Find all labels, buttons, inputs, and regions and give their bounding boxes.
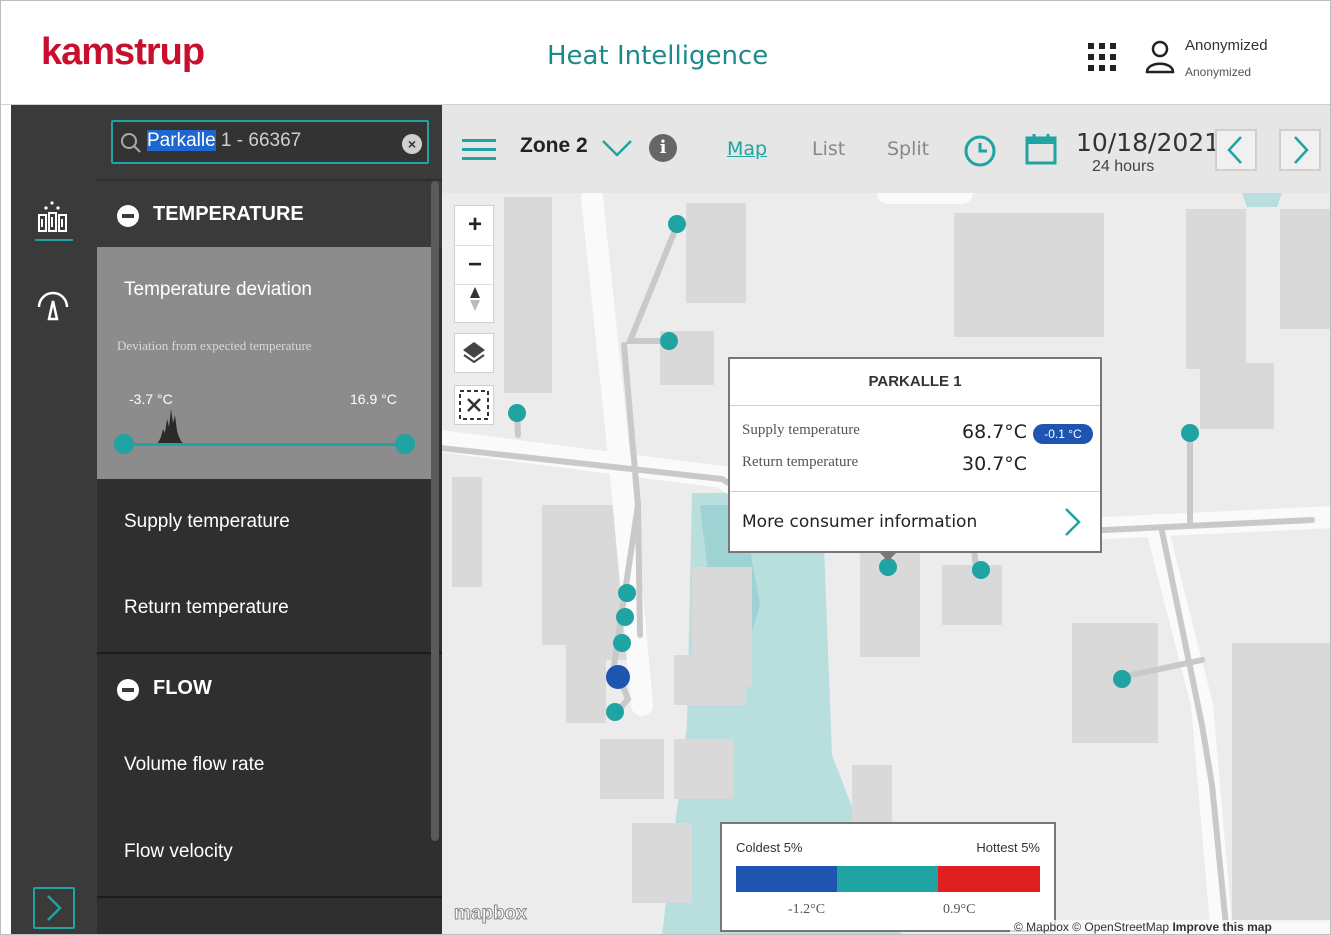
attribution-text[interactable]: © Mapbox © OpenStreetMap	[1014, 920, 1172, 934]
zoom-in-button[interactable]: +	[455, 206, 495, 244]
range-min-label: -3.7 °C	[129, 391, 173, 407]
clock-icon[interactable]	[963, 134, 997, 168]
layers-icon	[463, 342, 485, 364]
app-window: kamstrup Heat Intelligence Anonymized An…	[0, 0, 1331, 935]
legend-color-bar	[736, 866, 1040, 892]
popup-divider	[730, 491, 1100, 492]
selection-tool-button[interactable]	[454, 385, 494, 425]
top-header: kamstrup Heat Intelligence Anonymized An…	[1, 1, 1330, 105]
section-flow-header[interactable]: FLOW	[97, 655, 442, 721]
zoom-control-group: + −	[454, 205, 495, 323]
compass-button[interactable]	[455, 284, 495, 322]
section-flow-label: FLOW	[153, 677, 212, 699]
legend-mid-segment	[837, 866, 938, 892]
map-view[interactable]: Zone 2 i Map List Split 10/18/2021 24 ho…	[442, 105, 1330, 934]
tab-map[interactable]: Map	[727, 138, 767, 160]
return-temperature-label: Return temperature	[742, 454, 859, 470]
expand-rail-button[interactable]	[33, 887, 75, 929]
filter-panel: Parkalle 1 - 66367 × TEMPERATURE Tempera…	[97, 105, 442, 934]
search-icon	[121, 133, 141, 153]
filter-item-title: Temperature deviation	[124, 279, 312, 300]
user-icon[interactable]	[1144, 39, 1176, 75]
legend-hottest-label: Hottest 5%	[976, 840, 1040, 855]
next-date-button[interactable]	[1279, 129, 1321, 171]
color-legend: Coldest 5% Hottest 5% -1.2°C 0.9°C	[720, 822, 1056, 932]
chevron-right-icon	[1294, 136, 1309, 164]
rail-active-indicator	[35, 239, 73, 241]
info-icon[interactable]: i	[649, 134, 677, 162]
supply-temperature-label: Supply temperature	[742, 422, 860, 438]
selected-consumer-marker[interactable]	[606, 665, 630, 689]
search-box[interactable]: Parkalle 1 - 66367 ×	[111, 120, 429, 164]
zone-selector-label[interactable]: Zone 2	[520, 134, 588, 158]
time-range: 24 hours	[1092, 158, 1155, 175]
range-slider-min-handle[interactable]	[114, 434, 134, 454]
range-slider-track[interactable]	[124, 443, 406, 446]
range-max-label: 16.9 °C	[350, 391, 397, 407]
app-grid-icon[interactable]	[1088, 43, 1116, 71]
filter-item-label: Volume flow rate	[124, 754, 265, 775]
consumer-popup: PARKALLE 1 Supply temperature 68.7°C -0.…	[728, 357, 1102, 553]
filter-item-label: Supply temperature	[124, 511, 290, 532]
menu-icon[interactable]	[462, 139, 496, 161]
popup-pointer	[878, 551, 898, 561]
improve-map-link[interactable]: Improve this map	[1172, 920, 1271, 934]
return-temperature-value: 30.7°C	[962, 453, 1028, 475]
user-org: Anonymized	[1185, 65, 1252, 79]
clear-search-icon[interactable]: ×	[402, 134, 422, 154]
search-rest-text: 1 - 66367	[215, 130, 302, 151]
panel-scrollbar[interactable]	[431, 181, 439, 841]
box-select-icon	[459, 390, 489, 420]
collapse-icon	[117, 679, 139, 701]
zoom-out-button[interactable]: −	[455, 245, 495, 283]
search-input[interactable]: Parkalle 1 - 66367	[147, 130, 387, 156]
left-rail	[11, 105, 97, 934]
section-temperature-header[interactable]: TEMPERATURE	[97, 181, 442, 247]
heat-network-icon[interactable]	[33, 197, 73, 237]
map-toolbar: Zone 2 i Map List Split 10/18/2021 24 ho…	[442, 105, 1330, 193]
popup-divider	[730, 405, 1100, 406]
calendar-icon[interactable]	[1024, 132, 1058, 166]
legend-hot-segment	[938, 866, 1040, 892]
distribution-histogram	[151, 409, 193, 444]
tab-split[interactable]: Split	[887, 138, 929, 160]
section-temperature-label: TEMPERATURE	[153, 203, 304, 225]
map-attribution: © Mapbox © OpenStreetMap Improve this ma…	[1010, 920, 1330, 934]
layers-button[interactable]	[454, 333, 494, 373]
popup-title: PARKALLE 1	[868, 373, 962, 390]
filter-item-temperature-deviation[interactable]: Temperature deviation Deviation from exp…	[97, 247, 432, 479]
legend-high-threshold: 0.9°C	[943, 902, 976, 917]
range-slider-max-handle[interactable]	[395, 434, 415, 454]
chevron-right-icon[interactable]	[1061, 505, 1085, 539]
mapbox-logo[interactable]: mapbox	[454, 903, 528, 925]
filter-item-description: Deviation from expected temperature	[117, 338, 312, 353]
section-divider	[97, 652, 442, 654]
supply-temperature-value: 68.7°C	[962, 421, 1028, 443]
more-consumer-info-link[interactable]: More consumer information	[742, 512, 977, 532]
deviation-badge: -0.1 °C	[1033, 424, 1093, 444]
chevron-down-icon[interactable]	[600, 136, 634, 160]
user-name[interactable]: Anonymized	[1185, 37, 1268, 54]
filter-item-label: Flow velocity	[124, 841, 233, 862]
collapse-icon	[117, 205, 139, 227]
gauge-icon[interactable]	[33, 285, 73, 325]
filter-item-label: Return temperature	[124, 597, 289, 618]
app-title: Heat Intelligence	[547, 41, 769, 71]
brand-logo[interactable]: kamstrup	[41, 31, 205, 74]
legend-cold-segment	[736, 866, 837, 892]
selected-date[interactable]: 10/18/2021	[1076, 128, 1220, 157]
legend-coldest-label: Coldest 5%	[736, 840, 803, 855]
previous-date-button[interactable]	[1215, 129, 1257, 171]
chevron-left-icon	[1227, 136, 1242, 164]
search-area: Parkalle 1 - 66367 ×	[97, 105, 442, 179]
compass-icon	[470, 287, 480, 311]
chevron-right-icon	[47, 895, 62, 921]
section-divider	[97, 896, 442, 898]
search-highlight-text: Parkalle	[147, 130, 216, 151]
tab-list[interactable]: List	[812, 138, 845, 160]
legend-low-threshold: -1.2°C	[788, 902, 826, 917]
